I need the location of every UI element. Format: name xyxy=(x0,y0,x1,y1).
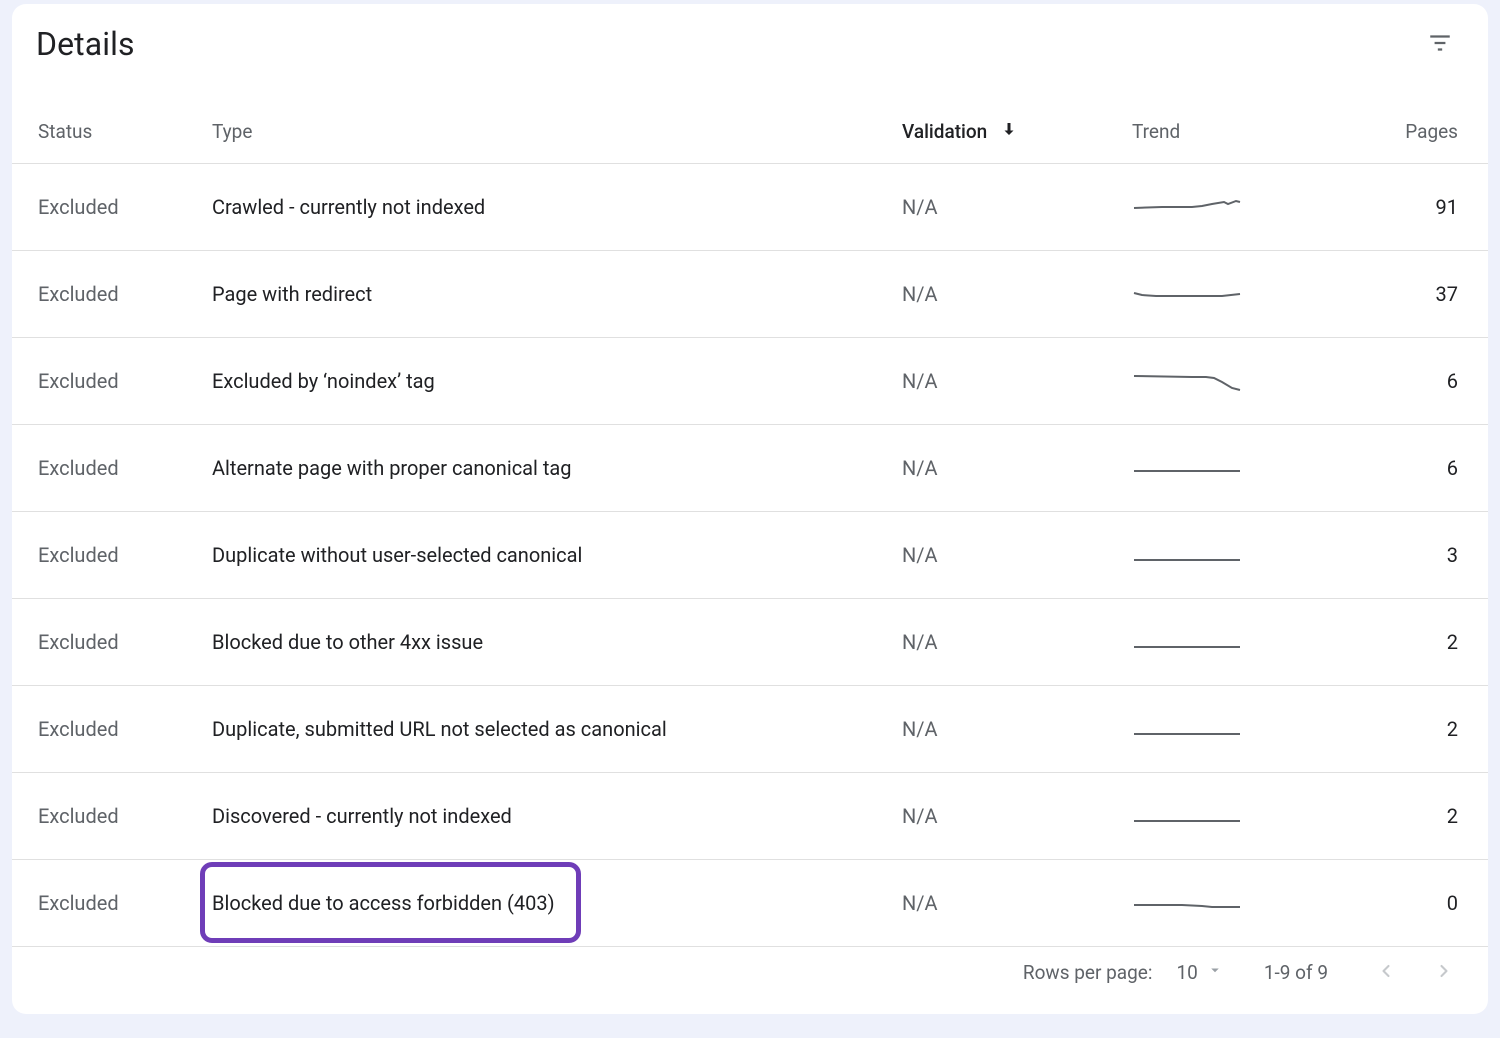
card-header: Details xyxy=(12,4,1488,68)
details-card: Details Status Type Validation Trend xyxy=(12,4,1488,1014)
cell-type: Page with redirect xyxy=(212,251,902,338)
cell-status: Excluded xyxy=(12,860,212,947)
sparkline-icon xyxy=(1132,279,1242,309)
sparkline-icon xyxy=(1132,627,1242,657)
cell-trend xyxy=(1132,338,1302,425)
col-trend[interactable]: Trend xyxy=(1132,106,1302,164)
cell-status: Excluded xyxy=(12,425,212,512)
sparkline-icon xyxy=(1132,540,1242,570)
cell-type: Duplicate, submitted URL not selected as… xyxy=(212,686,902,773)
cell-pages: 6 xyxy=(1302,338,1488,425)
cell-pages: 2 xyxy=(1302,773,1488,860)
cell-type: Discovered - currently not indexed xyxy=(212,773,902,860)
rows-per-page-select[interactable]: 10 xyxy=(1176,961,1223,984)
cell-validation: N/A xyxy=(902,251,1132,338)
sparkline-icon xyxy=(1132,714,1242,744)
page-range: 1-9 of 9 xyxy=(1264,961,1328,984)
cell-type: Crawled - currently not indexed xyxy=(212,164,902,251)
cell-status: Excluded xyxy=(12,164,212,251)
cell-type: Duplicate without user-selected canonica… xyxy=(212,512,902,599)
arrow-down-icon xyxy=(1000,120,1018,143)
col-validation[interactable]: Validation xyxy=(902,106,1132,164)
cell-type: Alternate page with proper canonical tag xyxy=(212,425,902,512)
cell-validation: N/A xyxy=(902,599,1132,686)
cell-validation: N/A xyxy=(902,338,1132,425)
cell-pages: 3 xyxy=(1302,512,1488,599)
chevron-left-icon xyxy=(1376,961,1396,984)
table-row[interactable]: ExcludedExcluded by ‘noindex’ tagN/A 6 xyxy=(12,338,1488,425)
chevron-right-icon xyxy=(1434,961,1454,984)
cell-validation: N/A xyxy=(902,860,1132,947)
table-row[interactable]: ExcludedBlocked due to access forbidden … xyxy=(12,860,1488,947)
sparkline-icon xyxy=(1132,192,1242,222)
col-pages[interactable]: Pages xyxy=(1302,106,1488,164)
cell-type: Excluded by ‘noindex’ tag xyxy=(212,338,902,425)
prev-page-button[interactable] xyxy=(1368,954,1404,990)
cell-trend xyxy=(1132,686,1302,773)
table-row[interactable]: ExcludedDuplicate, submitted URL not sel… xyxy=(12,686,1488,773)
cell-pages: 37 xyxy=(1302,251,1488,338)
col-validation-label: Validation xyxy=(902,120,987,143)
table-row[interactable]: ExcludedCrawled - currently not indexedN… xyxy=(12,164,1488,251)
cell-trend xyxy=(1132,512,1302,599)
col-status[interactable]: Status xyxy=(12,106,212,164)
cell-status: Excluded xyxy=(12,338,212,425)
cell-pages: 6 xyxy=(1302,425,1488,512)
cell-status: Excluded xyxy=(12,599,212,686)
cell-validation: N/A xyxy=(902,164,1132,251)
cell-pages: 91 xyxy=(1302,164,1488,251)
cell-trend xyxy=(1132,773,1302,860)
cell-pages: 0 xyxy=(1302,860,1488,947)
rows-per-page-label: Rows per page: xyxy=(1023,961,1153,984)
table-row[interactable]: ExcludedDiscovered - currently not index… xyxy=(12,773,1488,860)
caret-down-icon xyxy=(1206,961,1224,984)
cell-status: Excluded xyxy=(12,251,212,338)
sparkline-icon xyxy=(1132,453,1242,483)
cell-pages: 2 xyxy=(1302,599,1488,686)
sparkline-icon xyxy=(1132,801,1242,831)
cell-type: Blocked due to access forbidden (403) xyxy=(212,860,902,947)
table-row[interactable]: ExcludedPage with redirectN/A 37 xyxy=(12,251,1488,338)
filter-button[interactable] xyxy=(1420,24,1460,64)
cell-validation: N/A xyxy=(902,512,1132,599)
cell-trend xyxy=(1132,251,1302,338)
filter-icon xyxy=(1427,30,1453,59)
cell-trend xyxy=(1132,860,1302,947)
cell-trend xyxy=(1132,599,1302,686)
sparkline-icon xyxy=(1132,366,1242,396)
col-type[interactable]: Type xyxy=(212,106,902,164)
cell-validation: N/A xyxy=(902,773,1132,860)
details-table: Status Type Validation Trend Pages Exclu… xyxy=(12,106,1488,947)
card-title: Details xyxy=(36,25,135,63)
next-page-button[interactable] xyxy=(1426,954,1462,990)
table-header-row: Status Type Validation Trend Pages xyxy=(12,106,1488,164)
cell-validation: N/A xyxy=(902,425,1132,512)
cell-status: Excluded xyxy=(12,512,212,599)
cell-validation: N/A xyxy=(902,686,1132,773)
table-row[interactable]: ExcludedDuplicate without user-selected … xyxy=(12,512,1488,599)
cell-type: Blocked due to other 4xx issue xyxy=(212,599,902,686)
cell-pages: 2 xyxy=(1302,686,1488,773)
cell-status: Excluded xyxy=(12,773,212,860)
rows-per-page-value: 10 xyxy=(1176,961,1197,984)
cell-trend xyxy=(1132,164,1302,251)
cell-trend xyxy=(1132,425,1302,512)
cell-status: Excluded xyxy=(12,686,212,773)
table-row[interactable]: ExcludedBlocked due to other 4xx issueN/… xyxy=(12,599,1488,686)
sparkline-icon xyxy=(1132,888,1242,918)
table-row[interactable]: ExcludedAlternate page with proper canon… xyxy=(12,425,1488,512)
paginator: Rows per page: 10 1-9 of 9 xyxy=(1023,954,1462,990)
